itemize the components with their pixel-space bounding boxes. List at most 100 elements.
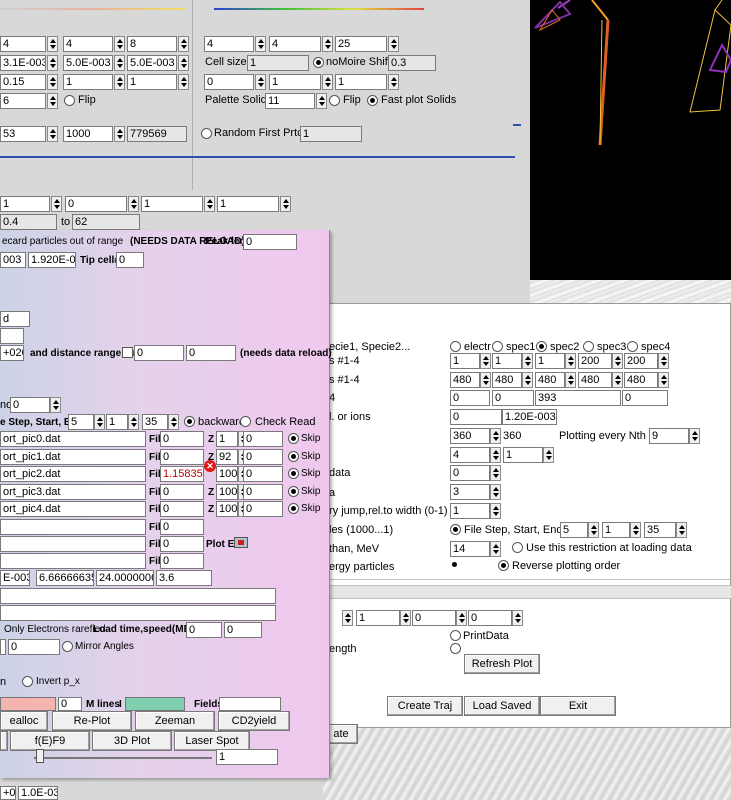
fe-f9-button[interactable]: f(E)F9 [10,731,90,751]
fill-field-4[interactable]: 0 [160,501,204,517]
extra-fill-1[interactable]: 0 [160,536,204,552]
top-r1-e-spin[interactable] [322,36,333,52]
top-r6-b[interactable]: 0 [65,196,127,212]
file-name-4[interactable]: ort_pic4.dat [0,501,146,517]
skip-radio-4[interactable] [288,503,299,514]
top-r1-b[interactable]: 4 [63,36,113,52]
top-r3-d-spin[interactable] [255,74,266,90]
p-r14-d[interactable]: 3.6 [156,570,212,586]
check-read-radio[interactable] [240,416,251,427]
p-r3-a[interactable]: d [0,311,30,327]
slider-thumb[interactable] [36,749,44,763]
top-r7-b[interactable]: 62 [72,214,140,230]
top-r6-c-spin[interactable] [204,196,215,212]
plot-export-icon[interactable] [234,537,248,548]
w-r5-a-spin[interactable] [490,428,501,444]
fill-field-0[interactable]: 0 [160,431,204,447]
create-traj-button[interactable]: Create Traj [387,696,463,716]
p-r14-c[interactable]: 24.00000061 [96,570,154,586]
w-r13-2[interactable]: 0 [412,610,456,626]
w-r2-3-spin[interactable] [612,372,623,388]
w-r3-1[interactable]: 0 [492,390,534,406]
w-r2-2[interactable]: 480 [535,372,565,388]
skip-radio-0[interactable] [288,433,299,444]
extra-fill-0[interactable]: 0 [160,519,204,535]
top-r5-a[interactable]: 53 [0,126,46,142]
3d-plot-button[interactable]: 3D Plot [92,731,172,751]
v-field-1[interactable]: 0 [243,449,283,465]
w-r2-4-spin[interactable] [658,372,669,388]
extra-name-1[interactable] [0,536,146,552]
zeeman-button[interactable]: Zeeman [135,711,215,731]
fill-field-3[interactable]: 0 [160,484,204,500]
w-r1-0-spin[interactable] [480,353,491,369]
top-r2-c-spin[interactable] [178,55,189,71]
file-name-1[interactable]: ort_pic1.dat [0,449,146,465]
top-r3-f[interactable]: 1 [335,74,387,90]
tip-cell-field[interactable]: 0 [116,252,144,268]
top-r4-a-spin[interactable] [47,93,58,109]
top-r3-b-spin[interactable] [114,74,125,90]
top-r1-c[interactable]: 8 [127,36,177,52]
reverse-order-radio[interactable] [498,560,509,571]
skip-radio-1[interactable] [288,451,299,462]
w-r10-b-spin[interactable] [630,522,641,538]
w-r10-a-spin[interactable] [588,522,599,538]
top-r3-d[interactable]: 0 [204,74,254,90]
v-field-0[interactable]: 0 [243,431,283,447]
p-r2-a[interactable]: 003 [0,252,26,268]
w-r1-0[interactable]: 1 [450,353,480,369]
w-r2-0-spin[interactable] [480,372,491,388]
invert-px-radio[interactable] [22,676,33,687]
mirror-a[interactable] [0,639,6,655]
z-field-2[interactable]: 100 [216,466,238,482]
top-r1-b-spin[interactable] [114,36,125,52]
palette-solid-field[interactable]: 11 [265,93,315,109]
file-name-3[interactable]: ort_pic3.dat [0,484,146,500]
top-r3-c[interactable]: 1 [127,74,177,90]
w-r1-3-spin[interactable] [612,353,623,369]
top-r1-a[interactable]: 4 [0,36,46,52]
small-button[interactable] [0,731,8,751]
w-r1-4[interactable]: 200 [624,353,658,369]
bottom-field-a[interactable]: +03 [0,786,16,800]
mirror-angles-radio[interactable] [62,641,73,652]
backward-radio[interactable] [184,416,195,427]
length-radio[interactable] [450,643,461,654]
top-r5-b-spin[interactable] [114,126,125,142]
p-r7-b[interactable]: 1 [106,414,128,430]
top-r3-f-spin[interactable] [388,74,399,90]
w-r11-a[interactable]: 14 [450,541,490,557]
energy-radio[interactable] [450,560,461,571]
slider-value[interactable]: 1 [216,749,278,765]
color-swatch-pink[interactable] [0,697,56,711]
top-r3-a-spin[interactable] [47,74,58,90]
top-r6-d[interactable]: 1 [217,196,279,212]
w-r3-3[interactable]: 0 [622,390,668,406]
p-r7-b-spin[interactable] [128,414,139,430]
p-r14-b[interactable]: 6.66666635 [36,570,94,586]
p-r6-b-spin[interactable] [50,397,61,413]
w-r9-a[interactable]: 1 [450,503,490,519]
w-r1-2[interactable]: 1 [535,353,565,369]
w-r6-b-spin[interactable] [543,447,554,463]
long-field-1[interactable] [0,588,276,604]
top-r2-a-spin[interactable] [47,55,58,71]
replot-button[interactable]: Re-Plot [52,711,132,731]
p-r7-c[interactable]: 35 [142,414,168,430]
mlines-field[interactable]: 0 [58,697,82,711]
w-r1-4-spin[interactable] [658,353,669,369]
w-r2-2-spin[interactable] [565,372,576,388]
flip2-radio[interactable] [329,95,340,106]
distance-range-checkbox[interactable] [122,347,133,358]
v-field-3[interactable]: 0 [243,484,283,500]
w-r8-a[interactable]: 3 [450,484,490,500]
w-r3-0[interactable]: 0 [450,390,490,406]
species-radio-spec3[interactable] [583,341,594,352]
top-r6-b-spin[interactable] [128,196,139,212]
random-first-field[interactable]: 1 [300,126,362,142]
top-r1-f[interactable]: 25 [335,36,387,52]
long-field-2[interactable] [0,605,276,621]
extra-name-2[interactable] [0,553,146,569]
p-r7-c-spin[interactable] [168,414,179,430]
